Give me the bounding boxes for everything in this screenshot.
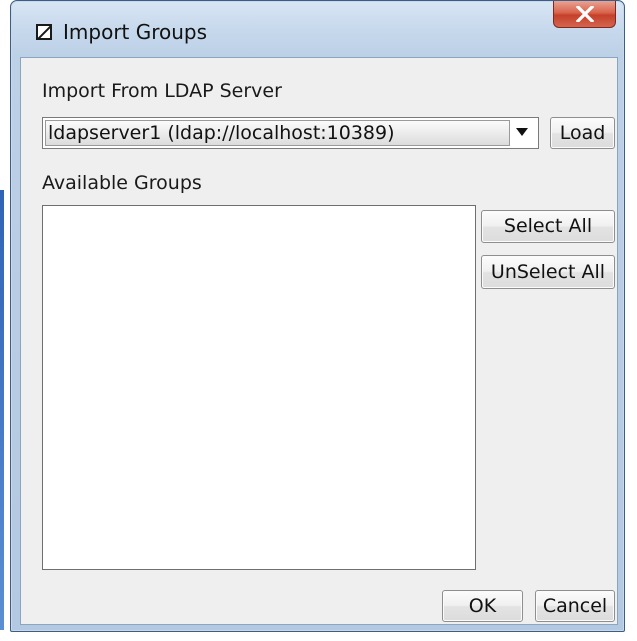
available-groups-list[interactable] [42, 205, 476, 570]
select-all-button[interactable]: Select All [481, 210, 615, 243]
background-window-edge [0, 190, 4, 630]
window-icon [36, 24, 52, 40]
unselect-all-button[interactable]: UnSelect All [481, 255, 615, 289]
ldap-server-select[interactable]: ldapserver1 (ldap://localhost:10389) [42, 117, 539, 149]
close-icon [576, 6, 594, 22]
title-bar[interactable]: Import Groups [11, 1, 624, 57]
ldap-server-select-value: ldapserver1 (ldap://localhost:10389) [48, 122, 395, 144]
ldap-server-select-field: ldapserver1 (ldap://localhost:10389) [45, 120, 510, 146]
window-title: Import Groups [63, 20, 208, 44]
load-button[interactable]: Load [550, 117, 615, 149]
ldap-server-label: Import From LDAP Server [42, 80, 282, 102]
dialog-content: Import From LDAP Server ldapserver1 (lda… [20, 57, 618, 625]
import-groups-dialog: Import Groups Import From LDAP Server ld… [10, 0, 625, 632]
ok-button[interactable]: OK [442, 590, 523, 622]
chevron-down-icon[interactable] [516, 128, 528, 136]
cancel-button[interactable]: Cancel [535, 590, 615, 622]
available-groups-label: Available Groups [42, 172, 202, 194]
close-button[interactable] [553, 1, 616, 28]
